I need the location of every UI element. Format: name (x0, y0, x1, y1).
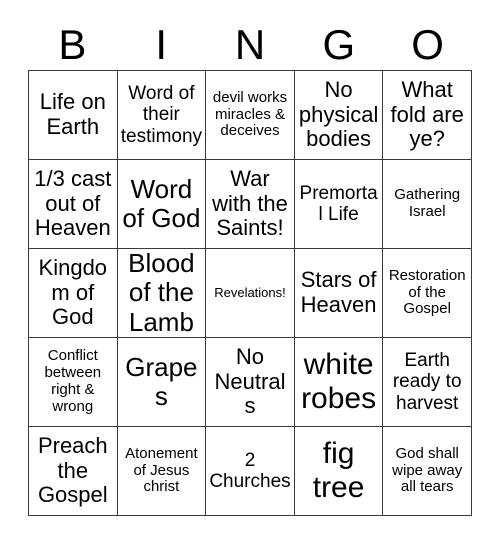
bingo-cell[interactable]: Earth ready to harvest (383, 338, 472, 427)
bingo-cell[interactable]: What fold are ye? (383, 71, 472, 160)
bingo-card: B I N G O Life on Earth Word of their te… (0, 0, 500, 544)
bingo-cell-label: No Neutrals (214, 344, 286, 419)
bingo-cell[interactable]: War with the Saints! (206, 160, 295, 249)
bingo-cell[interactable]: devil works miracles & deceives (206, 71, 295, 160)
bingo-cell[interactable]: Blood of the Lamb (117, 249, 207, 338)
bingo-cell-label: Grapes (125, 351, 198, 411)
bingo-header-letter-b: B (58, 21, 87, 68)
bingo-cell[interactable]: Conflict between right & wrong (29, 338, 118, 427)
bingo-cell-label: War with the Saints! (212, 166, 288, 241)
bingo-cell[interactable]: Life on Earth (29, 71, 118, 160)
bingo-cell-label: Conflict between right & wrong (44, 347, 102, 415)
bingo-cell[interactable]: 2 Churches (206, 427, 295, 516)
bingo-cell-label: Premortal Life (299, 182, 378, 225)
bingo-cell-label: Gathering Israel (394, 186, 461, 220)
bingo-cell-label: God shall wipe away all tears (392, 444, 463, 496)
bingo-cell[interactable]: white robes (294, 338, 384, 427)
bingo-cell-label: No physical bodies (298, 77, 379, 152)
bingo-cell-label: What fold are ye? (390, 77, 464, 152)
bingo-cell[interactable]: fig tree (294, 427, 384, 516)
bingo-cell-label: 2 Churches (209, 449, 291, 492)
bingo-cell[interactable]: 1/3 cast out of Heaven (29, 160, 118, 249)
bingo-cell-label: Stars of Heaven (300, 267, 377, 317)
bingo-cell-label: devil works miracles & deceives (212, 88, 288, 140)
bingo-cell[interactable]: Preach the Gospel (29, 427, 118, 516)
bingo-cell[interactable]: Restoration of the Gospel (383, 249, 472, 338)
bingo-cell-label: fig tree (312, 437, 365, 504)
bingo-cell[interactable]: No physical bodies (294, 71, 384, 160)
bingo-cell-label: Preach the Gospel (37, 433, 108, 508)
bingo-cell[interactable]: God shall wipe away all tears (383, 427, 472, 516)
bingo-header-letter-g: G (322, 21, 356, 68)
bingo-cell[interactable]: Premortal Life (294, 160, 384, 249)
bingo-cell[interactable]: Word of their testimony (117, 71, 207, 160)
bingo-cell-label: Life on Earth (39, 89, 106, 139)
bingo-cell-label: 1/3 cast out of Heaven (34, 166, 112, 241)
bingo-header-letter-n: N (234, 21, 266, 68)
bingo-cell-label: Word of God (122, 173, 201, 233)
bingo-cell-label: Restoration of the Gospel (388, 266, 466, 318)
bingo-grid: Life on Earth Word of their testimony de… (28, 70, 472, 516)
bingo-cell[interactable]: Revelations! (206, 249, 295, 338)
bingo-cell[interactable]: Grapes (117, 338, 207, 427)
bingo-cell-label: Blood of the Lamb (128, 249, 195, 337)
bingo-cell-label: Revelations! (214, 284, 286, 300)
bingo-cell[interactable]: Gathering Israel (383, 160, 472, 249)
bingo-cell-label: Earth ready to harvest (392, 350, 462, 414)
bingo-header-letter-i: I (155, 21, 168, 68)
bingo-cell[interactable]: Atonement of Jesus christ (117, 427, 207, 516)
bingo-header: B I N G O (28, 20, 472, 70)
bingo-cell-label: Atonement of Jesus christ (125, 444, 198, 496)
bingo-cell[interactable]: Kingdom of God (29, 249, 118, 338)
bingo-cell[interactable]: Word of God (117, 160, 207, 249)
bingo-cell-label: Word of their testimony (120, 83, 203, 147)
bingo-cell[interactable]: No Neutrals (206, 338, 295, 427)
bingo-cell[interactable]: Stars of Heaven (294, 249, 384, 338)
bingo-header-letter-o: O (411, 21, 444, 68)
bingo-cell-label: white robes (301, 348, 377, 415)
bingo-cell-label: Kingdom of God (38, 255, 108, 330)
